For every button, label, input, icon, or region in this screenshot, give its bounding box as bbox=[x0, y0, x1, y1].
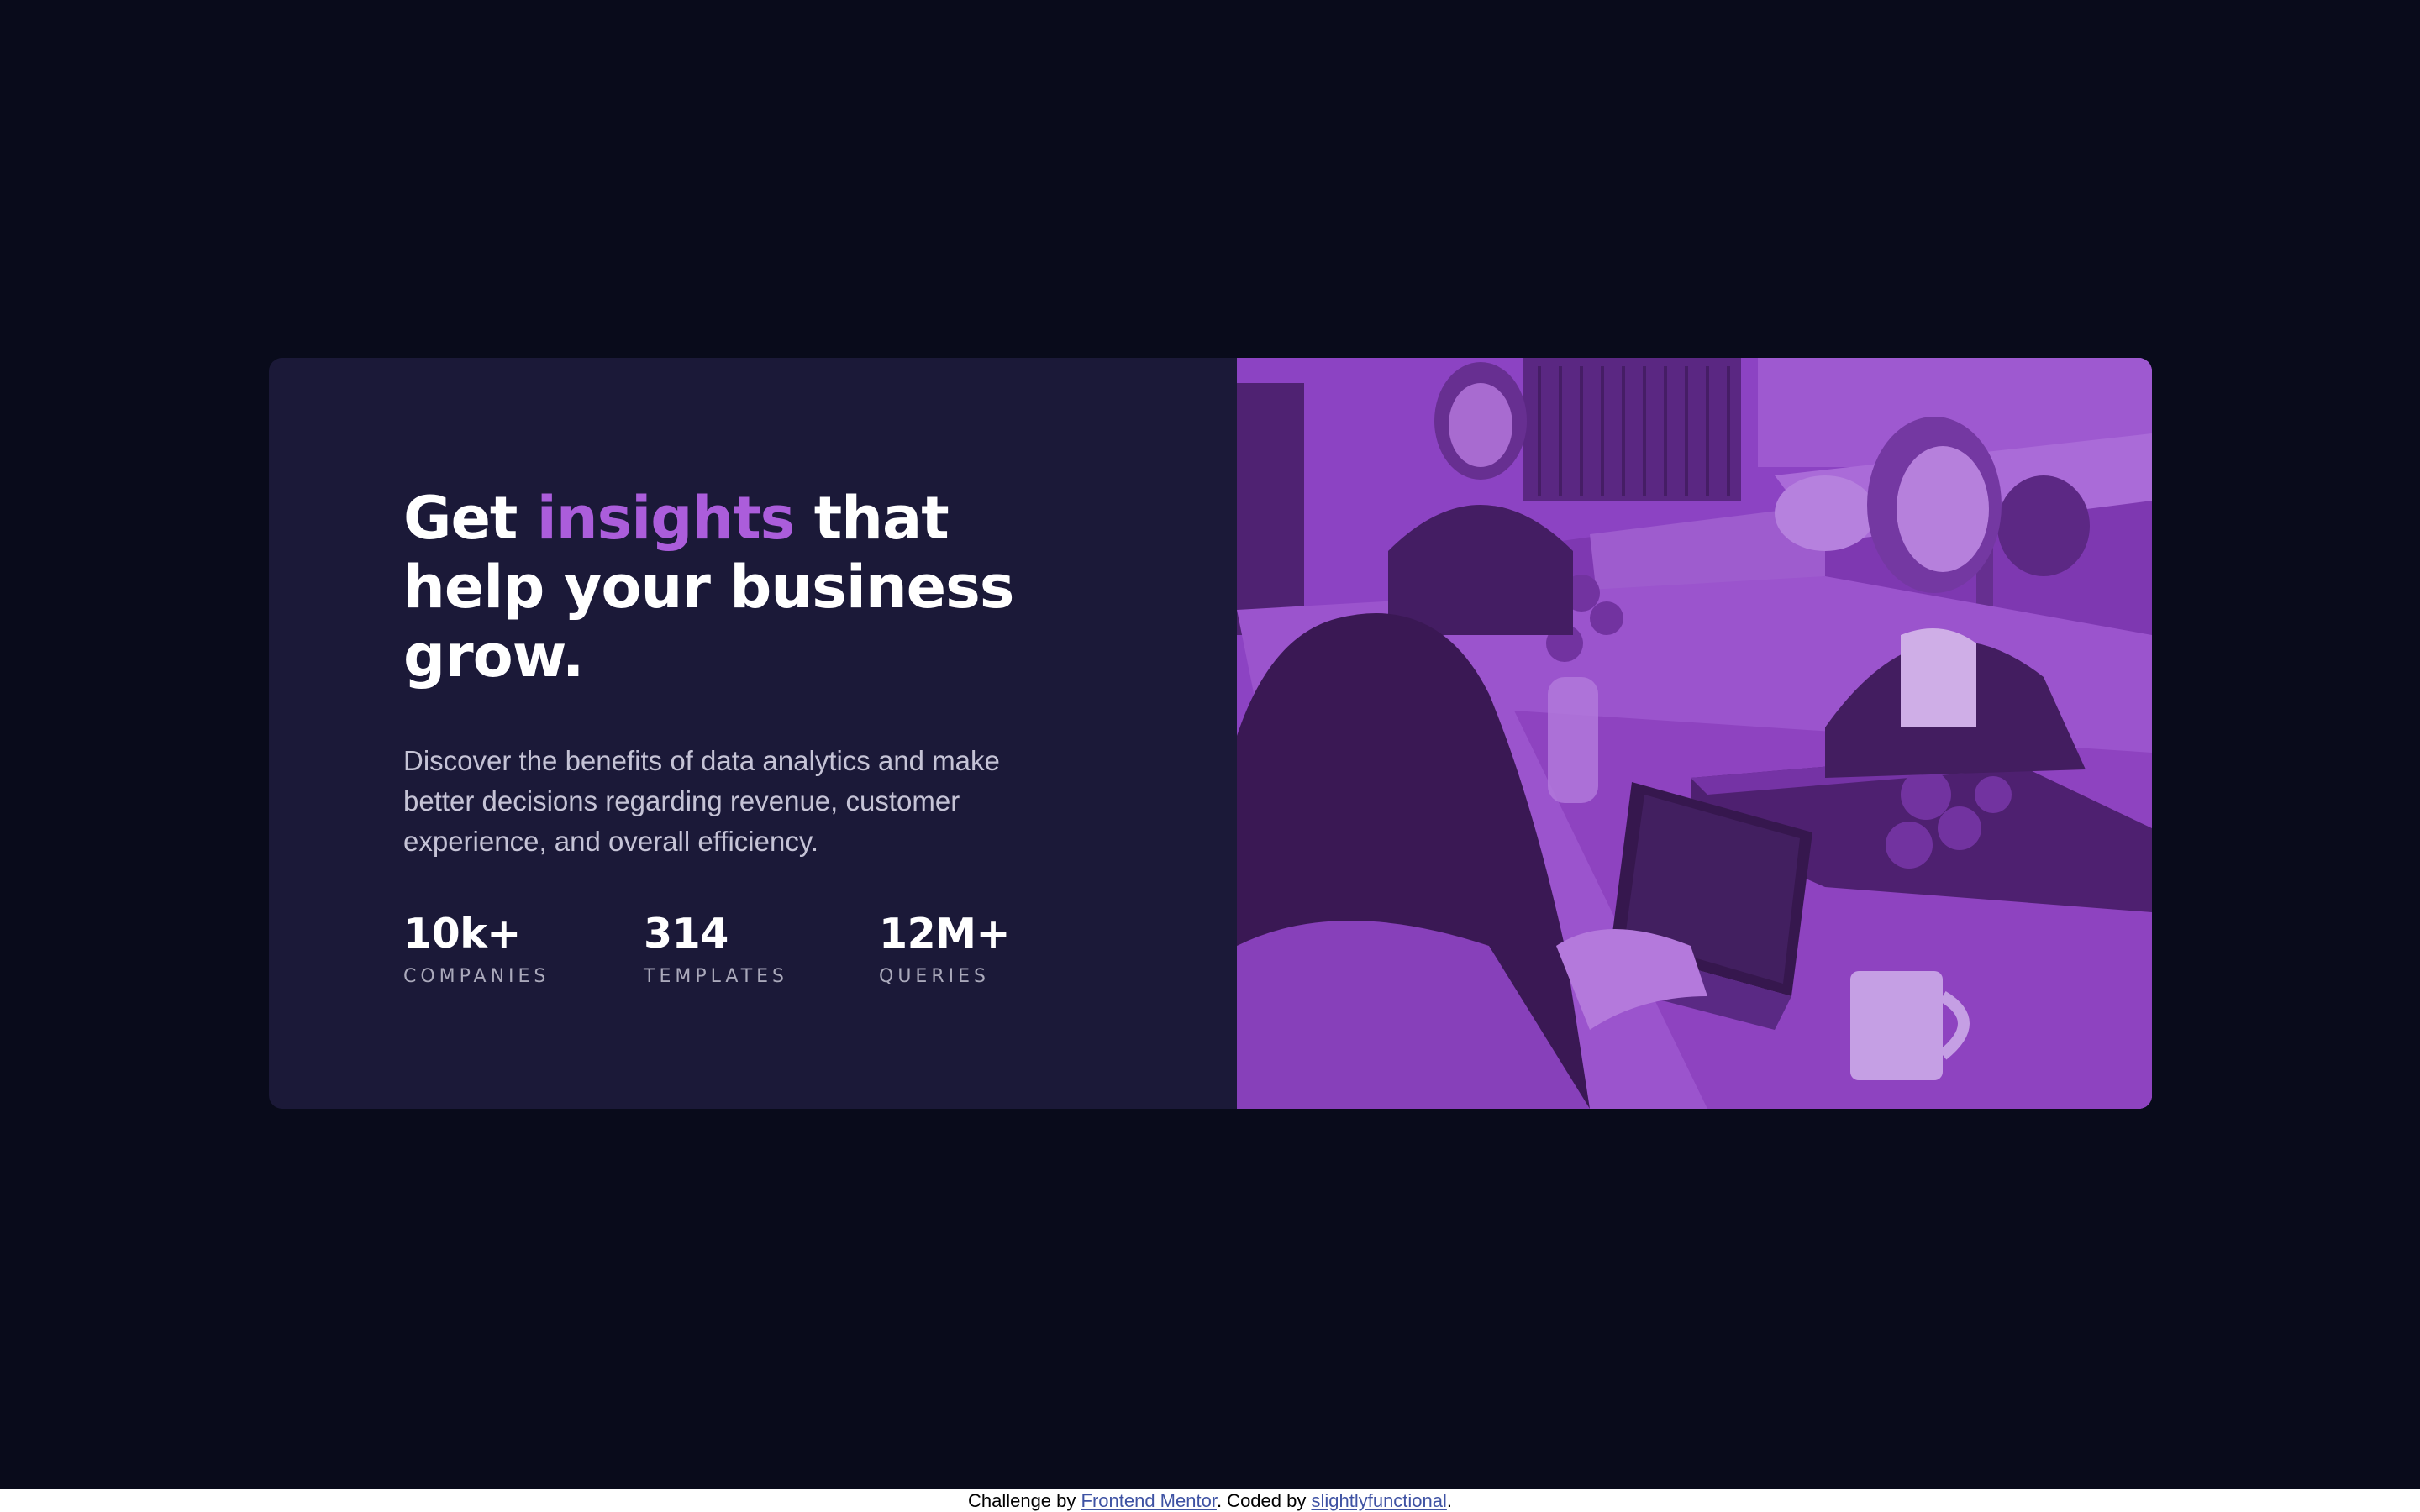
stats-row: 10k+ COMPANIES 314 TEMPLATES 12M+ QUERIE… bbox=[403, 910, 1047, 988]
attribution-footer: Challenge by Frontend Mentor. Coded by s… bbox=[0, 1489, 2420, 1512]
stat-value: 10k+ bbox=[403, 910, 521, 958]
office-photo bbox=[1237, 358, 2152, 1109]
office-photo-illustration bbox=[1237, 358, 2152, 1109]
stat-templates: 314 TEMPLATES bbox=[644, 910, 879, 988]
author-link[interactable]: slightlyfunctional bbox=[1311, 1490, 1446, 1511]
headline-prefix: Get bbox=[403, 484, 537, 553]
frontend-mentor-link[interactable]: Frontend Mentor bbox=[1081, 1490, 1217, 1511]
stat-label: COMPANIES bbox=[403, 966, 550, 987]
stat-label: QUERIES bbox=[879, 966, 990, 987]
stat-value: 314 bbox=[644, 910, 729, 958]
stat-value: 12M+ bbox=[879, 910, 1011, 958]
footer-middle: . Coded by bbox=[1216, 1490, 1312, 1511]
stat-companies: 10k+ COMPANIES bbox=[403, 910, 644, 988]
headline-accent: insights bbox=[536, 484, 796, 553]
card-content: Get insights that help your business gro… bbox=[269, 358, 1237, 1109]
description: Discover the benefits of data analytics … bbox=[403, 745, 1000, 857]
footer-prefix: Challenge by bbox=[967, 1490, 1081, 1511]
stat-queries: 12M+ QUERIES bbox=[879, 910, 1047, 988]
headline: Get insights that help your business gro… bbox=[403, 484, 1059, 690]
stats-preview-card: Get insights that help your business gro… bbox=[269, 358, 2152, 1109]
stat-label: TEMPLATES bbox=[644, 966, 788, 987]
footer-suffix: . bbox=[1446, 1490, 1453, 1511]
